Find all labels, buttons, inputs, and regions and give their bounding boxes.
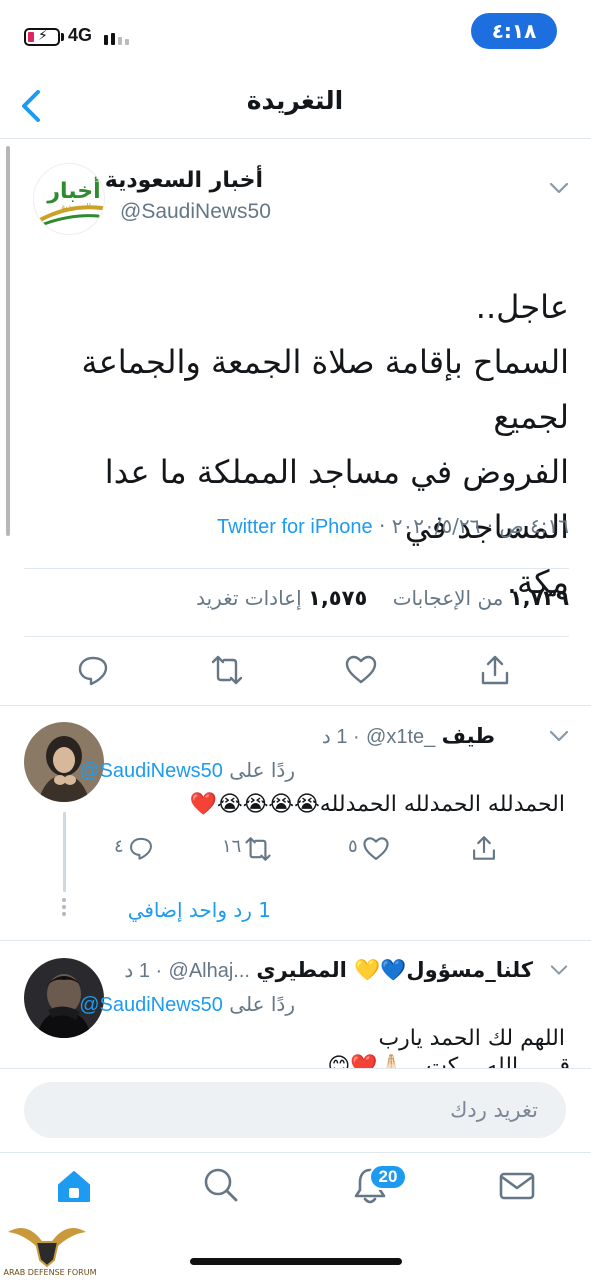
home-indicator[interactable] — [190, 1258, 402, 1265]
chevron-down-icon[interactable] — [547, 178, 571, 198]
replying-mention[interactable]: @SaudiNews50 — [79, 760, 223, 783]
home-icon[interactable] — [54, 1166, 94, 1206]
reply-count: ٤ — [114, 836, 124, 857]
replying-mention[interactable]: @SaudiNews50 — [79, 994, 223, 1017]
divider — [0, 1068, 591, 1069]
show-more-replies-link[interactable]: 1 رد واحد إضافي — [128, 898, 271, 922]
header-divider — [0, 138, 591, 139]
thread-dots — [61, 898, 67, 920]
retweets-stat[interactable]: ١,٥٧٥ إعادات تغريد — [196, 586, 367, 610]
likes-stat[interactable]: ١,٧٣٩ من الإعجابات — [393, 586, 569, 610]
notifications-badge: 20 — [369, 1164, 407, 1190]
reply-author-handle[interactable]: @Alhaj... — [169, 960, 250, 983]
watermark-text: ARAB DEFENSE FORUM — [3, 1268, 97, 1277]
divider — [0, 940, 591, 941]
separator-dot: · — [149, 960, 163, 982]
separator-dot: · — [347, 726, 360, 748]
svg-text:أخبار: أخبار — [46, 175, 100, 204]
divider — [24, 636, 569, 637]
tweet-meta: ٤:١٦ ص · ٢٠٢٠/٥/٢٦ · Twitter for iPhone — [24, 514, 569, 539]
scrollbar[interactable] — [6, 146, 10, 536]
reply-text-line2: قـ ... الله ...كت...🙏🏻❤️😊 — [327, 1054, 570, 1068]
reply-text-clipped: قـ ... الله ...كت...🙏🏻❤️😊 — [300, 1054, 570, 1068]
network-type: 4G — [68, 25, 93, 45]
retweet-count: ١٦ — [222, 836, 242, 857]
thread-line — [63, 812, 66, 892]
replying-to: ردًا على @SaudiNews50 — [79, 992, 295, 1017]
reply-age: 1 د — [321, 726, 348, 748]
retweets-label: إعادات تغريد — [196, 586, 302, 610]
tweet-line: السماح بإقامة صلاة الجمعة والجماعة لجميع — [81, 343, 569, 436]
retweet-icon[interactable] — [210, 653, 244, 687]
like-heart-icon[interactable] — [362, 835, 390, 863]
likes-label: من الإعجابات — [392, 586, 504, 610]
reply-age: 1 د — [124, 960, 150, 982]
share-icon[interactable] — [478, 653, 512, 687]
reply-author-handle[interactable]: @x1te_ — [366, 726, 435, 749]
likes-count: ١,٧٣٩ — [509, 586, 569, 610]
tweet-date: ٢٠٢٠/٥/٢٦ — [391, 514, 481, 538]
page-title: التغريدة — [246, 86, 344, 115]
akhbar-logo-icon: أخبار السعودية — [38, 175, 104, 226]
like-count: ٥ — [348, 836, 358, 857]
tweet-stats: ١,٧٣٩ من الإعجابات ١,٥٧٥ إعادات تغريد — [24, 586, 569, 610]
back-arrow-icon[interactable] — [14, 86, 48, 126]
like-heart-icon[interactable] — [344, 653, 378, 687]
tweet-text: عاجل.. السماح بإقامة صلاة الجمعة والجماع… — [22, 280, 569, 610]
author-avatar[interactable]: أخبار السعودية — [33, 163, 105, 235]
reply-icon[interactable] — [128, 835, 154, 861]
tweet-line: عاجل.. — [475, 288, 569, 326]
tweet-source[interactable]: Twitter for iPhone — [217, 516, 373, 538]
reply-header: كلنا_مسؤول💙💛 المطيري @Alhaj... · 1 د — [124, 958, 533, 983]
author-handle[interactable]: @SaudiNews50 — [120, 200, 271, 224]
chevron-down-icon[interactable] — [547, 726, 571, 746]
reply-header: طيف @x1te_ · 1 د — [322, 724, 495, 749]
chevron-down-icon[interactable] — [548, 961, 570, 979]
reply-text: اللهم لك الحمد يارب — [378, 1026, 565, 1051]
share-icon[interactable] — [470, 834, 498, 862]
messages-envelope-icon[interactable] — [498, 1170, 536, 1202]
reply-author-name[interactable]: طيف — [442, 724, 495, 748]
retweet-icon[interactable] — [244, 835, 272, 863]
divider — [24, 568, 569, 569]
divider — [0, 705, 591, 706]
replying-label: ردًا على — [229, 758, 295, 782]
reply-author-name[interactable]: كلنا_مسؤول💙💛 المطيري — [256, 958, 533, 982]
tweet-time: ٤:١٦ ص — [499, 514, 569, 538]
search-icon[interactable] — [202, 1166, 240, 1204]
reply-compose-input[interactable]: تغريد ردك — [24, 1082, 566, 1138]
replying-label: ردًا على — [229, 992, 295, 1016]
battery-icon: ⚡ — [24, 28, 60, 46]
battery-tip — [61, 33, 64, 41]
status-bar: ⚡ 4G ٤:١٨ — [0, 0, 591, 70]
retweets-count: ١,٥٧٥ — [308, 586, 368, 610]
reply-icon[interactable] — [76, 653, 110, 687]
replying-to: ردًا على @SaudiNews50 — [79, 758, 295, 783]
status-time[interactable]: ٤:١٨ — [471, 13, 557, 49]
author-name[interactable]: أخبار السعودية — [105, 168, 263, 193]
meta-dot: · — [480, 514, 494, 538]
reply-text: الحمدلله الحمدلله الحمدلله😭😭😭😭❤️ — [189, 792, 565, 817]
signal-icon — [104, 31, 130, 45]
meta-dot: · — [372, 514, 386, 538]
